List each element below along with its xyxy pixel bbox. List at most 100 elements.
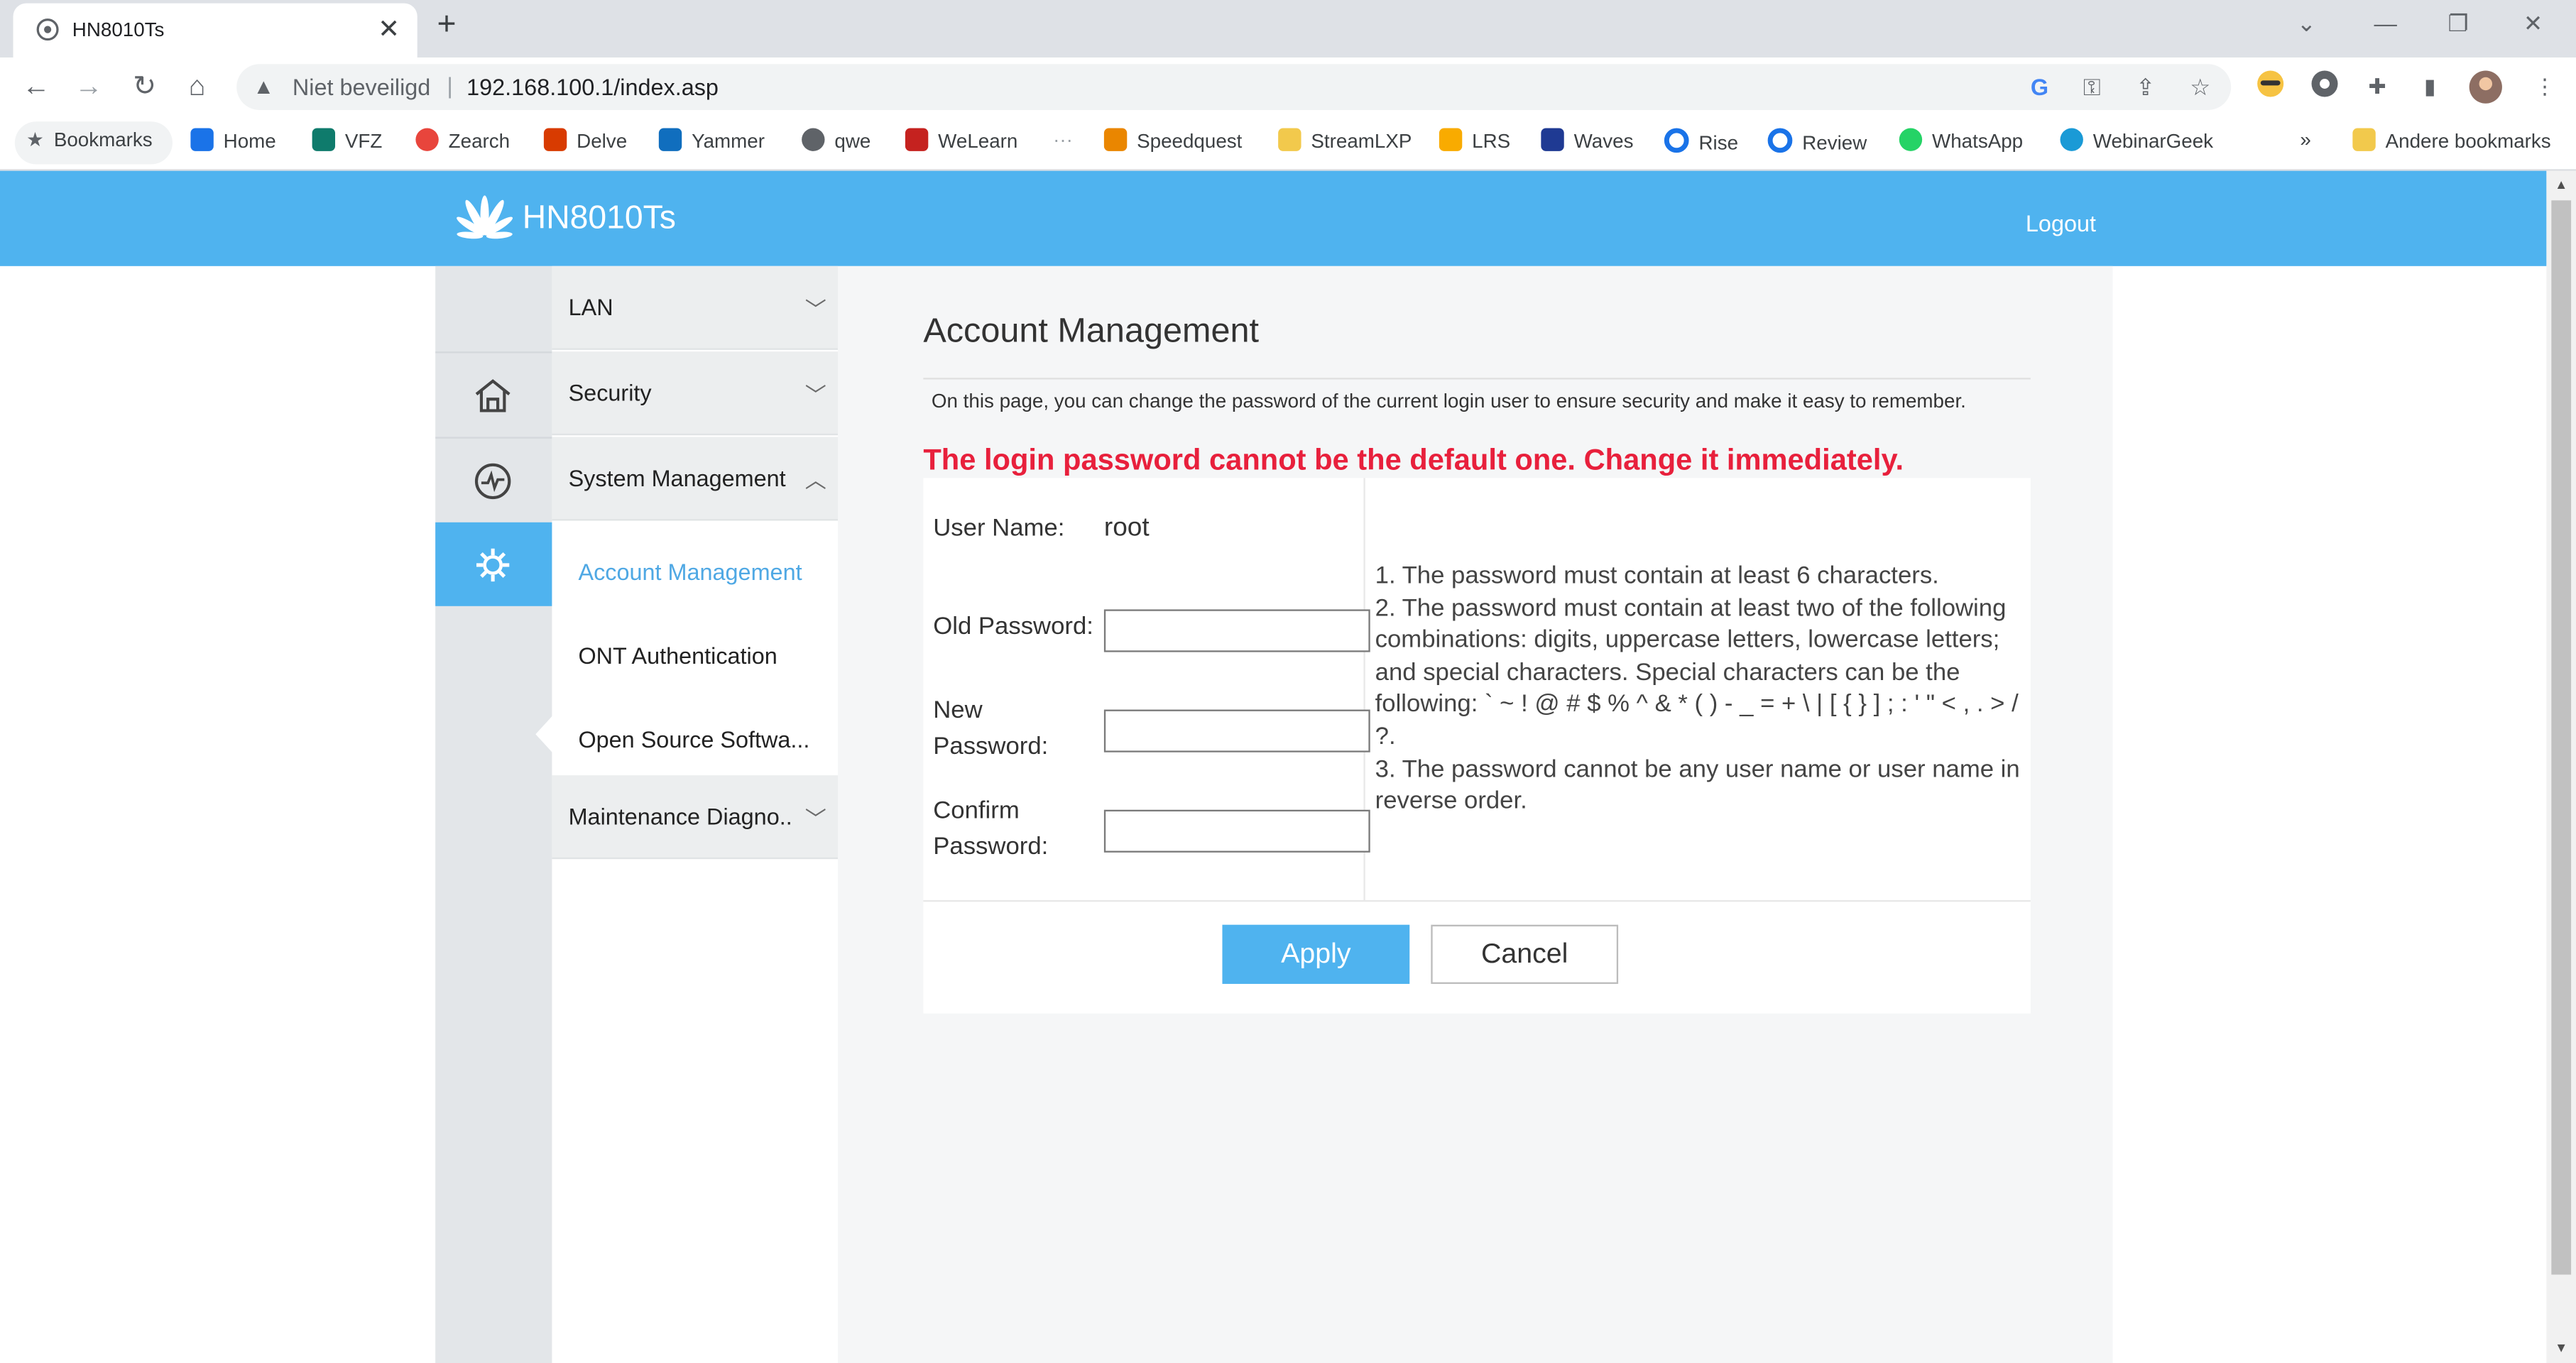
bookmark-webinargeek[interactable]: WebinarGeek [2060, 128, 2213, 153]
bookmark-yammer[interactable]: Yammer [658, 128, 765, 153]
home-page-icon[interactable]: ⌂ [181, 70, 214, 103]
scrollbar[interactable]: ▲ ▼ [2546, 170, 2576, 1363]
tab-title: HN8010Ts [72, 18, 165, 41]
submenu-ont-authentication[interactable]: ONT Authentication [578, 642, 777, 669]
menu-maintenance-diagnosis[interactable]: Maintenance Diagno.. ﹀ [552, 775, 839, 860]
page-description: On this page, you can change the passwor… [931, 389, 1966, 412]
submenu-open-source-software[interactable]: Open Source Softwa... [578, 726, 809, 752]
chevron-down-icon: ﹀ [804, 383, 826, 407]
tab-search-icon[interactable]: ⌄ [2297, 10, 2316, 38]
play-icon [2060, 128, 2083, 151]
main-content: Account Management On this page, you can… [838, 266, 2113, 1363]
scroll-down-icon[interactable]: ▼ [2555, 1340, 2567, 1355]
confirm-password-input[interactable] [1103, 809, 1370, 853]
page-title: Account Management [923, 312, 1260, 350]
cancel-button[interactable]: Cancel [1431, 924, 1619, 984]
more-bookmarks-icon[interactable]: » [2300, 128, 2310, 150]
bookmark-rise[interactable]: Rise [1664, 128, 1738, 154]
ring-icon [1664, 128, 1689, 153]
ring-icon [1767, 128, 1793, 153]
google-icon[interactable]: G [2031, 74, 2048, 100]
password-rules: 1. The password must contain at least 6 … [1375, 560, 2029, 818]
bookmark-vfz[interactable]: VFZ [312, 128, 382, 153]
bookmark-review[interactable]: Review [1767, 128, 1867, 154]
old-password-input[interactable] [1103, 609, 1370, 652]
bookmark-speedquest[interactable]: Speedquest [1103, 128, 1242, 153]
bookmark-qwe[interactable]: qwe [802, 128, 871, 153]
close-tab-icon[interactable]: ✕ [378, 13, 400, 46]
globe-icon [36, 18, 59, 41]
folder-icon [1278, 128, 1301, 151]
confirm-password-label: Confirm Password: [933, 797, 1049, 861]
extension-circle-icon[interactable] [2307, 69, 2343, 105]
bookmark-home[interactable]: Home [190, 128, 276, 153]
browser-toolbar: ← → ↻ ⌂ ▲ Niet beveiligd | 192.168.100.1… [0, 57, 2576, 117]
scroll-up-icon[interactable]: ▲ [2555, 177, 2567, 192]
bookmarks-bar: ★ Bookmarks Home VFZ Zearch Delve Yammer … [0, 116, 2576, 171]
screen: HN8010Ts ✕ + ⌄ — ❐ ✕ ← → ↻ ⌂ ▲ Niet beve… [0, 0, 2576, 1363]
share-icon[interactable]: ⇪ [2136, 74, 2155, 102]
bookmark-zearch[interactable]: Zearch [415, 128, 510, 153]
new-password-input[interactable] [1103, 709, 1370, 752]
extension-glasses-icon[interactable] [2252, 69, 2288, 105]
restore-icon[interactable]: ❐ [2448, 10, 2469, 38]
bookmark-whatsapp[interactable]: WhatsApp [1899, 128, 2023, 153]
username-label: User Name: [933, 514, 1065, 542]
logout-link[interactable]: Logout [2026, 210, 2096, 236]
router-page: HN8010Ts Logout ▲ ▼ LAN ﹀ Security ﹀ Sys… [0, 170, 2576, 1363]
menu-label: Maintenance Diagno.. [568, 803, 792, 830]
bookmark-bookmarks[interactable]: ★ Bookmarks [26, 128, 153, 150]
minimize-icon[interactable]: — [2374, 10, 2396, 36]
star-icon: ★ [26, 128, 44, 151]
browser-tab[interactable]: HN8010Ts ✕ [13, 3, 417, 58]
active-pointer [535, 714, 554, 755]
bookmark-lrs[interactable]: LRS [1439, 128, 1510, 153]
bookmark-favicon-icon [1439, 128, 1463, 151]
old-password-label: Old Password: [933, 613, 1093, 641]
rule-item: 1. The password must contain at least 6 … [1375, 562, 1939, 590]
brand-title: HN8010Ts [522, 200, 676, 237]
bookmark-waves[interactable]: Waves [1541, 128, 1633, 153]
key-icon[interactable]: ⚿ [2083, 74, 2101, 102]
scroll-thumb[interactable] [2551, 200, 2572, 1275]
menu-label: Security [568, 379, 652, 406]
apply-button[interactable]: Apply [1222, 924, 1410, 984]
new-password-label: New Password: [933, 696, 1049, 761]
window-close-icon[interactable]: ✕ [2523, 10, 2543, 38]
username-value: root [1103, 514, 1150, 542]
chevron-down-icon: ﹀ [804, 806, 826, 831]
bookmark-favicon-icon [415, 128, 439, 151]
bookmark-delve[interactable]: Delve [543, 128, 627, 153]
bookmark-favicon-icon [802, 128, 825, 151]
avatar[interactable] [2467, 69, 2504, 105]
back-icon[interactable]: ← [20, 70, 53, 103]
chevron-up-icon: ︿ [804, 468, 826, 493]
menu-lan[interactable]: LAN ﹀ [552, 266, 839, 350]
puzzle-icon[interactable]: ✚ [2359, 69, 2396, 105]
submenu-account-management[interactable]: Account Management [578, 559, 802, 585]
menu-security[interactable]: Security ﹀ [552, 351, 839, 436]
menu-system-management[interactable]: System Management ︿ [552, 437, 839, 521]
bookmark-separator-icon: ··· [1053, 128, 1073, 151]
bookmark-welearn[interactable]: WeLearn [905, 128, 1017, 153]
nav-status[interactable] [435, 437, 552, 522]
nav-home[interactable] [435, 351, 552, 437]
address-bar[interactable]: ▲ Niet beveiligd | 192.168.100.1/index.a… [236, 64, 2232, 111]
forward-icon[interactable]: → [72, 70, 105, 103]
star-icon[interactable]: ☆ [2190, 74, 2210, 102]
url-text: 192.168.100.1/index.asp [466, 74, 719, 101]
rule-item: 3. The password cannot be any user name … [1375, 755, 2020, 816]
nav-system[interactable] [435, 522, 552, 606]
new-tab-icon[interactable]: + [437, 6, 456, 44]
status-icon [474, 463, 511, 500]
alert-message: The login password cannot be the default… [923, 443, 1904, 477]
side-panel-icon[interactable]: ▮ [2412, 69, 2448, 105]
menu-dots-icon[interactable]: ⋮ [2527, 69, 2563, 105]
bookmark-other[interactable]: Andere bookmarks [2352, 128, 2551, 153]
reload-icon[interactable]: ↻ [128, 70, 160, 103]
folder-icon [2352, 128, 2376, 151]
top-bar: HN8010Ts Logout [0, 170, 2547, 266]
divider [923, 378, 2031, 380]
menu-label: LAN [568, 294, 613, 321]
bookmark-streamlxp[interactable]: StreamLXP [1278, 128, 1412, 153]
